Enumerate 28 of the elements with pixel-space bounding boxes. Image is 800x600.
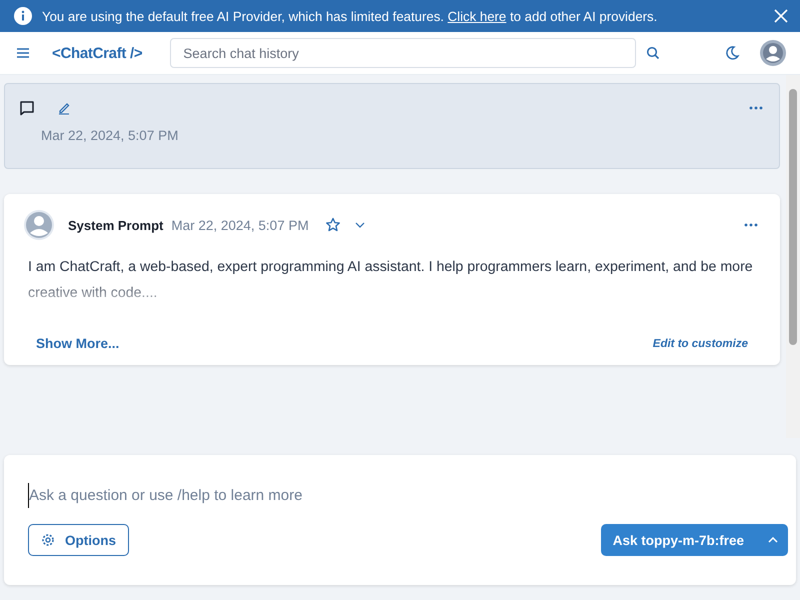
scrollbar[interactable] [786, 75, 800, 438]
click-here-link[interactable]: Click here [448, 8, 506, 24]
menu-button[interactable] [16, 47, 30, 59]
caret-icon [768, 537, 778, 543]
message-text: I am ChatCraft, a web-based, expert programming AI assistant. I help programmers learn, experiment, and be more creative with code.... [28, 258, 754, 303]
chat-date: Mar 22, 2024, 5:07 PM [41, 128, 180, 143]
more-button[interactable] [744, 223, 758, 227]
chat-icon [19, 100, 35, 116]
edit-button[interactable] [57, 101, 71, 115]
edit-to-customize-link[interactable]: Edit to customize [652, 338, 748, 350]
avatar-button[interactable] [760, 40, 786, 66]
dark-mode-button[interactable] [724, 45, 740, 61]
show-more-link[interactable]: Show More... [36, 336, 120, 351]
more-button[interactable] [749, 106, 763, 110]
message-date: Mar 22, 2024, 5:07 PM [171, 218, 309, 232]
search-field[interactable]: Search chat history [170, 38, 636, 68]
search-button[interactable] [646, 46, 660, 60]
star-button[interactable] [324, 217, 341, 233]
ask-button[interactable]: Ask toppy-m-7b:free [600, 524, 788, 556]
info-icon [14, 7, 32, 25]
message-author: System Prompt [68, 218, 164, 232]
chevron-button[interactable] [354, 222, 365, 228]
app-logo[interactable]: <ChatCraft /> [52, 44, 142, 62]
avatar-icon [24, 210, 54, 240]
close-button[interactable] [774, 9, 788, 23]
gear-icon [41, 533, 55, 547]
banner-message: You are using the default free AI Provider, which has limited features. Click here to add other AI providers. [42, 8, 658, 24]
options-button[interactable]: Options [28, 524, 129, 556]
